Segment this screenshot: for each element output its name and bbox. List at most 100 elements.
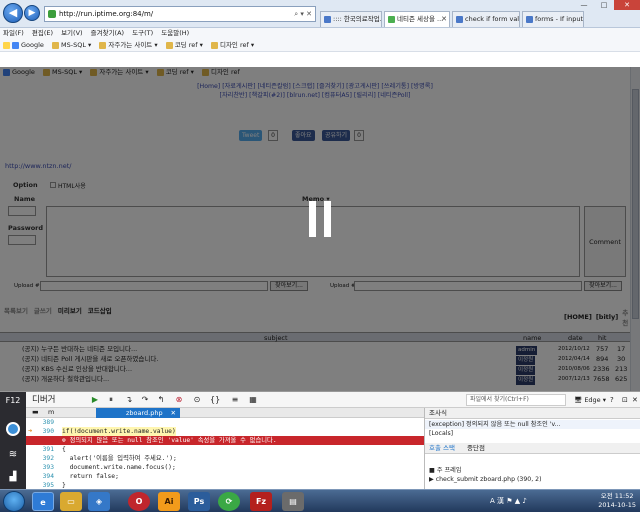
tab-label: forms - If input v... bbox=[535, 15, 584, 23]
tab-label: :::: 한국의료작업... bbox=[333, 15, 382, 23]
close-button[interactable]: ✕ bbox=[614, 0, 640, 10]
folder-icon bbox=[52, 42, 59, 49]
taskbar-filezilla[interactable]: Fz bbox=[250, 492, 272, 511]
map-icon[interactable]: ▦ bbox=[248, 395, 258, 405]
search-placeholder: 파일에서 찾기(Ctrl+F) bbox=[470, 396, 529, 403]
error-message: ⊗ 정의되지 않음 또는 null 참조인 'value' 속성을 가져올 수 … bbox=[62, 437, 277, 444]
exception-icon[interactable]: ⊗ bbox=[174, 395, 184, 405]
step-over-icon[interactable]: ↷ bbox=[140, 395, 150, 405]
watch-row-exception[interactable]: [exception] 정의되지 않음 또는 null 참조인 'v... bbox=[425, 420, 640, 429]
tab-3[interactable]: check if form val... bbox=[452, 11, 520, 27]
favicon-icon bbox=[526, 16, 533, 23]
taskbar-app-2[interactable]: ▤ bbox=[282, 492, 304, 511]
line-number: 392 bbox=[42, 455, 54, 462]
folder-icon bbox=[165, 42, 173, 49]
word-wrap-icon[interactable]: ≡ bbox=[230, 395, 240, 405]
dock-icon[interactable]: ⊡ bbox=[622, 392, 628, 408]
taskbar-ie[interactable]: e bbox=[32, 492, 54, 511]
file-tabs: ▬ m zboard.php ✕ bbox=[26, 408, 424, 418]
google-icon bbox=[12, 42, 19, 49]
step-out-icon[interactable]: ↰ bbox=[156, 395, 166, 405]
maximize-button[interactable]: □ bbox=[594, 0, 614, 10]
clock-date: 2014-10-15 bbox=[598, 501, 636, 509]
stack-frame-header: ■ 주 프레임 bbox=[429, 467, 462, 474]
tab-1[interactable]: :::: 한국의료작업... bbox=[320, 11, 382, 27]
menu-tools[interactable]: 도구(T) bbox=[132, 29, 153, 37]
code-text: return false; bbox=[62, 473, 119, 480]
code-text: alert('이름을 입력하여 주세요.'); bbox=[62, 455, 177, 462]
breakpoint-icon[interactable]: ⊙ bbox=[192, 395, 202, 405]
developer-tools: F12 ≋ ▟ 디버거 ▶ ⏸ ↴ ↷ ↰ ⊗ ⊙ {} ≡ ▦ 파일에서 찾기… bbox=[0, 391, 640, 490]
clock[interactable]: 오전 11:52 2014-10-15 bbox=[598, 492, 636, 510]
fav-mssql[interactable]: MS-SQL ▾ bbox=[52, 39, 91, 52]
address-bar[interactable]: http://run.iptime.org:84/m/ ⌕ ▾ ✕ bbox=[44, 6, 316, 22]
tab-label: 네티즌 세상을 ... bbox=[397, 15, 444, 23]
debugger-icon[interactable] bbox=[6, 422, 20, 436]
fav-sites[interactable]: 자주가는 사이트 ▾ bbox=[99, 39, 158, 52]
watch-row-locals[interactable]: [Locals] bbox=[425, 429, 640, 438]
stack-frame-row[interactable]: ▶ check_submit zboard.php (390, 2) bbox=[425, 475, 640, 484]
menu-help[interactable]: 도움말(H) bbox=[161, 29, 189, 37]
code-text: { bbox=[62, 446, 66, 453]
tab-label: check if form val... bbox=[465, 15, 520, 23]
fav-label: 코딩 ref ▾ bbox=[174, 41, 203, 49]
file-tab-zboard[interactable]: zboard.php ✕ bbox=[96, 408, 180, 418]
line-number: 393 bbox=[42, 464, 54, 471]
menu-view[interactable]: 보기(V) bbox=[61, 29, 82, 37]
network-icon[interactable]: ≋ bbox=[6, 448, 20, 462]
devtools-rail: F12 ≋ ▟ bbox=[0, 392, 26, 490]
tab-4[interactable]: forms - If input v... bbox=[522, 11, 584, 27]
performance-icon[interactable]: ▟ bbox=[6, 470, 20, 484]
refresh-icon[interactable]: ⌕ ▾ ✕ bbox=[294, 7, 312, 21]
break-icon[interactable]: ⏸ bbox=[106, 395, 116, 405]
fav-label: 디자인 ref ▾ bbox=[219, 41, 255, 49]
folder-icon[interactable]: ▬ bbox=[32, 408, 39, 416]
taskbar-sync[interactable]: ⟳ bbox=[218, 492, 240, 511]
favorites-bar: Google MS-SQL ▾ 자주가는 사이트 ▾ 코딩 ref ▾ 디자인 … bbox=[0, 39, 640, 52]
watch-header: 조사식 bbox=[425, 408, 640, 419]
pause-bar bbox=[324, 201, 331, 237]
minimize-button[interactable]: — bbox=[574, 0, 594, 10]
tab-call-stack[interactable]: 호출 스택 bbox=[429, 443, 455, 454]
taskbar-photoshop[interactable]: Ps bbox=[188, 492, 210, 511]
tab-breakpoints[interactable]: 중단점 bbox=[467, 443, 485, 454]
fav-label: MS-SQL ▾ bbox=[61, 41, 92, 49]
fav-google[interactable]: Google bbox=[3, 39, 44, 52]
taskbar-app[interactable]: ◈ bbox=[88, 492, 110, 511]
line-number: 389 bbox=[42, 419, 54, 426]
step-into-icon[interactable]: ↴ bbox=[124, 395, 134, 405]
tab-2-active[interactable]: 네티즌 세상을 ... ✕ bbox=[384, 11, 450, 27]
menu-file[interactable]: 파일(F) bbox=[3, 29, 24, 37]
code-line: 391 { bbox=[26, 445, 424, 454]
pause-bar bbox=[309, 201, 316, 237]
taskbar-explorer[interactable]: ▭ bbox=[60, 492, 82, 511]
address-text: http://run.iptime.org:84/m/ bbox=[59, 10, 154, 18]
close-devtools-icon[interactable]: ✕ bbox=[632, 392, 638, 408]
taskbar-opera[interactable]: O bbox=[128, 492, 150, 511]
favicon-icon bbox=[388, 16, 395, 23]
ime-indicator[interactable]: A 漢 bbox=[490, 497, 504, 505]
debugger-toolbar: 디버거 ▶ ⏸ ↴ ↷ ↰ ⊗ ⊙ {} ≡ ▦ 파일에서 찾기(Ctrl+F)… bbox=[26, 392, 640, 408]
code-line: 389 bbox=[26, 418, 424, 427]
close-tab-icon[interactable]: ✕ bbox=[441, 12, 447, 27]
debugger-title: 디버거 bbox=[32, 395, 56, 405]
taskbar-illustrator[interactable]: Ai bbox=[158, 492, 180, 511]
forward-button[interactable]: ▶ bbox=[24, 5, 40, 21]
start-button[interactable] bbox=[3, 491, 25, 512]
pretty-print-icon[interactable]: {} bbox=[210, 395, 220, 405]
fav-label: Google bbox=[21, 41, 44, 49]
code-line: ➜ 390 if(!document.write.name.value) bbox=[26, 427, 424, 436]
f12-label: F12 bbox=[5, 396, 21, 405]
fav-design[interactable]: 디자인 ref ▾ bbox=[210, 39, 255, 52]
menu-favorites[interactable]: 즐겨찾기(A) bbox=[91, 29, 124, 37]
close-file-icon[interactable]: ✕ bbox=[171, 408, 176, 418]
menu-edit[interactable]: 편집(E) bbox=[32, 29, 53, 37]
help-icon[interactable]: ? bbox=[610, 392, 614, 408]
back-button[interactable]: ◀ bbox=[3, 3, 23, 23]
tray-icons[interactable]: A 漢 ⚑ ▲ ♪ bbox=[490, 496, 527, 506]
fav-coding[interactable]: 코딩 ref ▾ bbox=[165, 39, 203, 52]
file-search-input[interactable]: 파일에서 찾기(Ctrl+F) bbox=[466, 394, 566, 406]
continue-icon[interactable]: ▶ bbox=[90, 395, 100, 405]
emulation-dropdown[interactable]: 🖥 Edge ▾ bbox=[574, 392, 606, 408]
code-editor[interactable]: 389 ➜ 390 if(!document.write.name.value) ⊗… bbox=[26, 418, 424, 490]
